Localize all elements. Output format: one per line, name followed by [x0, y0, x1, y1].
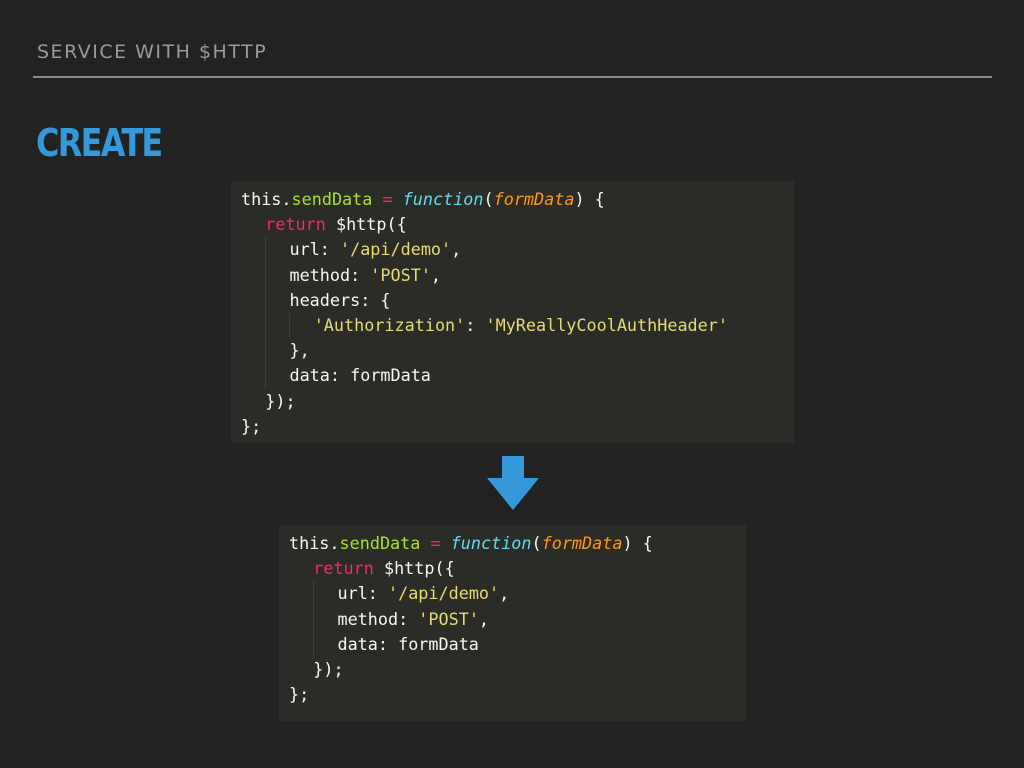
code-token: this	[289, 533, 330, 553]
indent-guide	[289, 607, 313, 632]
indent-guide	[241, 263, 265, 288]
code-line: headers: {	[241, 287, 728, 313]
indent-guide	[265, 363, 289, 389]
code-token: ,	[478, 608, 490, 629]
code-token: '/api/demo'	[388, 583, 500, 604]
code-line: this.sendData = function(formData) {	[241, 187, 728, 212]
indent-guide	[265, 287, 289, 313]
indent-guide	[241, 313, 265, 338]
code-line: };	[289, 682, 653, 707]
code-token: data: formData	[337, 633, 479, 654]
code-token: });	[313, 658, 344, 679]
code-block-before: this.sendData = function(formData) {retu…	[231, 181, 794, 443]
code-token: 'POST'	[370, 264, 431, 285]
code-token: .	[281, 189, 292, 209]
code-token: ,	[499, 583, 510, 604]
code-line: };	[241, 414, 728, 439]
code-line: method: 'POST',	[289, 606, 653, 632]
indent-guide	[289, 632, 313, 657]
code-line: data: formData	[289, 631, 653, 657]
code-token: sendData	[339, 533, 421, 553]
indent-guide	[265, 237, 289, 263]
code-token: function	[450, 533, 532, 553]
code-token: };	[241, 415, 262, 436]
indent-guide	[241, 237, 265, 262]
code-token: $http({	[325, 214, 407, 235]
code-line: url: '/api/demo',	[241, 237, 728, 263]
code-token: });	[265, 390, 296, 411]
indent-guide	[289, 556, 313, 581]
code-token: 'Authorization'	[313, 314, 466, 335]
code-line: method: 'POST',	[241, 262, 728, 288]
code-line: data: formData	[241, 363, 728, 389]
indent-guide	[265, 338, 289, 364]
indent-guide	[265, 262, 289, 288]
code-token: =	[420, 533, 451, 553]
code-block-after: this.sendData = function(formData) {retu…	[279, 525, 746, 721]
indent-guide	[241, 288, 265, 313]
slide-heading: CREATE	[36, 121, 163, 165]
code-token: data: formData	[289, 365, 431, 386]
code-token: },	[289, 340, 310, 361]
code-token: 'POST'	[418, 608, 479, 629]
code-token: '/api/demo'	[340, 239, 452, 260]
code-token: ,	[451, 239, 462, 260]
code-listing-after: this.sendData = function(formData) {retu…	[289, 531, 653, 707]
code-line: },	[241, 338, 728, 364]
code-token: sendData	[291, 189, 373, 209]
code-token: };	[289, 684, 310, 705]
code-token: (	[531, 533, 542, 553]
arrow-down-icon	[487, 456, 539, 510]
code-token: url:	[337, 583, 388, 604]
code-token: ,	[430, 264, 442, 285]
code-token: (	[483, 189, 494, 209]
code-token: formData	[541, 533, 623, 553]
code-token: formData	[493, 189, 575, 209]
indent-guide	[241, 363, 265, 388]
indent-guide	[313, 606, 337, 632]
code-line: });	[241, 389, 728, 414]
code-token: function	[402, 189, 484, 209]
section-title: SERVICE WITH $HTTP	[37, 41, 268, 63]
code-token: =	[372, 189, 403, 209]
code-token: method:	[337, 608, 419, 629]
code-token: ) {	[622, 533, 653, 553]
indent-guide	[313, 581, 337, 607]
code-token: method:	[289, 264, 371, 285]
code-line: url: '/api/demo',	[289, 581, 653, 607]
code-line: 'Authorization': 'MyReallyCoolAuthHeader…	[241, 312, 728, 339]
indent-guide	[241, 338, 265, 363]
indent-guide	[241, 212, 265, 237]
divider	[33, 76, 992, 78]
code-line: this.sendData = function(formData) {	[289, 531, 653, 556]
code-token: return	[313, 558, 374, 579]
code-token: $http({	[373, 558, 455, 579]
code-listing-before: this.sendData = function(formData) {retu…	[241, 187, 728, 439]
indent-guide	[289, 657, 313, 682]
indent-guide	[313, 631, 337, 657]
code-token: 'MyReallyCoolAuthHeader'	[485, 314, 728, 335]
code-line: });	[289, 657, 653, 682]
code-token: ) {	[574, 189, 605, 209]
indent-guide	[265, 312, 289, 339]
indent-guide	[241, 389, 265, 414]
indent-guide	[289, 581, 313, 606]
code-token: url:	[289, 239, 340, 260]
code-line: return $http({	[241, 212, 728, 237]
code-token: .	[329, 533, 340, 553]
code-token: return	[265, 214, 326, 235]
code-token: this	[241, 189, 282, 209]
code-token: :	[465, 314, 486, 335]
code-line: return $http({	[289, 556, 653, 581]
code-token: headers: {	[289, 289, 391, 310]
indent-guide	[289, 312, 313, 339]
